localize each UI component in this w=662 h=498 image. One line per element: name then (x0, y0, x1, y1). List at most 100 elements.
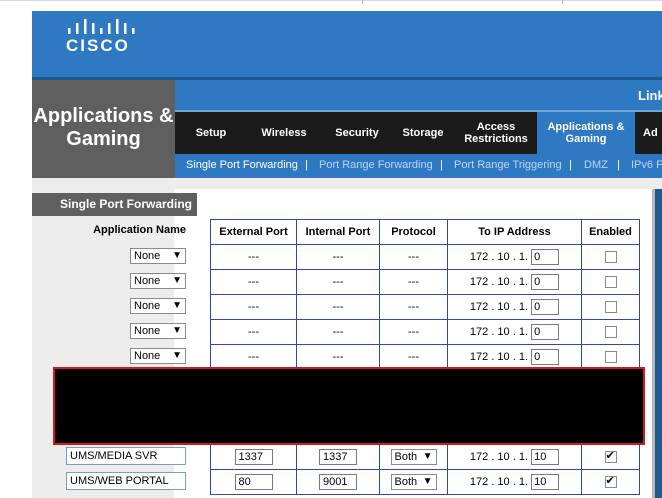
ip-cell: 172 . 10 . 1. 0 (447, 244, 582, 270)
table-row: --- --- --- 172 . 10 . 1. 0 (210, 319, 640, 345)
port-forwarding-table: External Port Internal Port Protocol To … (210, 219, 640, 495)
tab-access-restrictions[interactable]: Access Restrictions (455, 112, 537, 154)
ip-prefix: 172 . 10 . 1. (469, 325, 529, 338)
section-title: Single Port Forwarding (32, 193, 197, 216)
content-top-margin (32, 178, 662, 189)
cisco-bars-icon (68, 19, 135, 34)
application-select-value: None (134, 275, 161, 287)
right-border (655, 189, 662, 498)
subnav-separator: | (305, 159, 308, 171)
header-internal-port: Internal Port (296, 219, 380, 245)
enabled-cell (581, 269, 640, 295)
tab-wireless[interactable]: Wireless (247, 112, 321, 154)
table-row: --- --- --- 172 . 10 . 1. 0 (210, 244, 640, 270)
application-select[interactable]: None ▼ (130, 273, 186, 289)
subnav-dmz[interactable]: DMZ (584, 159, 608, 171)
protocol-cell: --- (379, 344, 448, 370)
sub-navigation: Single Port Forwarding | Port Range Forw… (175, 154, 662, 178)
tab-storage[interactable]: Storage (393, 112, 453, 154)
application-select-value: None (134, 350, 161, 362)
protocol-cell: Both ▼ (379, 444, 448, 470)
enabled-cell (581, 319, 640, 345)
ip-last-octet-input[interactable]: 0 (531, 299, 560, 315)
logo-wordmark: CISCO (66, 36, 130, 55)
ip-cell: 172 . 10 . 1. 0 (447, 344, 582, 370)
ip-cell: 172 . 10 . 1. 0 (447, 319, 582, 345)
enabled-checkbox[interactable] (604, 449, 617, 464)
brand-bar: Link (175, 80, 662, 110)
external-port-cell: 1337 (210, 444, 297, 470)
brand-link[interactable]: Link (638, 88, 662, 103)
ip-last-octet-input[interactable]: 10 (531, 474, 560, 490)
ip-last-octet-input[interactable]: 0 (531, 324, 560, 340)
tab-applications-gaming[interactable]: Applications & Gaming (537, 112, 635, 154)
application-select[interactable]: None ▼ (130, 248, 186, 264)
ip-cell: 172 . 10 . 1. 0 (447, 294, 582, 320)
chevron-down-icon: ▼ (172, 250, 182, 261)
protocol-select[interactable]: Both ▼ (390, 449, 437, 465)
tab-administration[interactable]: Ad (643, 112, 662, 154)
chevron-down-icon: ▼ (172, 325, 182, 336)
external-port-input[interactable]: 1337 (234, 449, 273, 465)
enabled-checkbox[interactable] (604, 326, 617, 339)
application-select[interactable]: None ▼ (130, 348, 186, 364)
ip-prefix: 172 . 10 . 1. (469, 475, 529, 488)
subnav-port-range-triggering[interactable]: Port Range Triggering (454, 159, 562, 171)
application-name-input[interactable]: UMS/MEDIA SVR (66, 447, 186, 465)
chevron-down-icon: ▼ (422, 451, 433, 462)
chevron-down-icon: ▼ (172, 275, 182, 286)
tab-setup[interactable]: Setup (175, 112, 247, 154)
internal-port-cell: --- (296, 294, 380, 320)
application-select[interactable]: None ▼ (130, 323, 186, 339)
redaction-box (53, 367, 645, 445)
application-select-value: None (134, 325, 161, 337)
table-row: 1337 1337 Both ▼ 172 . 10 . 1. 10 (210, 444, 640, 470)
external-port-cell: --- (210, 269, 297, 295)
ip-last-octet-input[interactable]: 0 (531, 349, 560, 365)
internal-port-cell: --- (296, 344, 380, 370)
chevron-down-icon: ▼ (172, 300, 182, 311)
table-header-row: External Port Internal Port Protocol To … (210, 219, 640, 245)
application-name-input[interactable]: UMS/WEB PORTAL (66, 472, 186, 490)
ip-last-octet-input[interactable]: 10 (531, 449, 560, 465)
internal-port-input[interactable]: 9001 (319, 474, 357, 490)
internal-port-input[interactable]: 1337 (319, 449, 357, 465)
ip-last-octet-input[interactable]: 0 (531, 274, 560, 290)
protocol-select[interactable]: Both ▼ (390, 474, 437, 490)
ip-cell: 172 . 10 . 1. 0 (447, 269, 582, 295)
enabled-checkbox[interactable] (604, 351, 617, 364)
page-title-panel: Applications & Gaming (32, 80, 175, 178)
header-enabled: Enabled (581, 219, 640, 245)
external-port-cell: --- (210, 344, 297, 370)
internal-port-cell: --- (296, 244, 380, 270)
enabled-checkbox[interactable] (604, 251, 617, 264)
ip-prefix: 172 . 10 . 1. (469, 250, 529, 263)
subnav-ipv6-firewall[interactable]: IPv6 F (631, 159, 662, 171)
application-select-value: None (134, 300, 161, 312)
enabled-cell (581, 294, 640, 320)
subnav-separator: | (569, 159, 572, 171)
cisco-logo[interactable]: CISCO (64, 16, 144, 64)
application-name-label: Application Name (93, 224, 186, 236)
subnav-separator: | (617, 159, 620, 171)
enabled-checkbox[interactable] (604, 276, 617, 289)
protocol-cell: --- (379, 269, 448, 295)
subnav-port-range-forwarding[interactable]: Port Range Forwarding (319, 159, 433, 171)
header-to-ip-address: To IP Address (447, 219, 582, 245)
external-port-cell: --- (210, 244, 297, 270)
table-row: 80 9001 Both ▼ 172 . 10 . 1. 10 (210, 469, 640, 495)
ip-cell: 172 . 10 . 1. 10 (447, 469, 582, 495)
tab-security[interactable]: Security (321, 112, 393, 154)
enabled-checkbox[interactable] (604, 474, 617, 489)
ip-last-octet-input[interactable]: 0 (531, 249, 560, 265)
internal-port-cell: 9001 (296, 469, 380, 495)
protocol-cell: Both ▼ (379, 469, 448, 495)
toolbar-divider (562, 0, 563, 4)
ip-prefix: 172 . 10 . 1. (469, 350, 529, 363)
enabled-cell (581, 469, 640, 495)
subnav-single-port-forwarding[interactable]: Single Port Forwarding (186, 159, 298, 171)
application-select[interactable]: None ▼ (130, 298, 186, 314)
enabled-cell (581, 344, 640, 370)
external-port-input[interactable]: 80 (234, 474, 273, 490)
enabled-checkbox[interactable] (604, 301, 617, 314)
